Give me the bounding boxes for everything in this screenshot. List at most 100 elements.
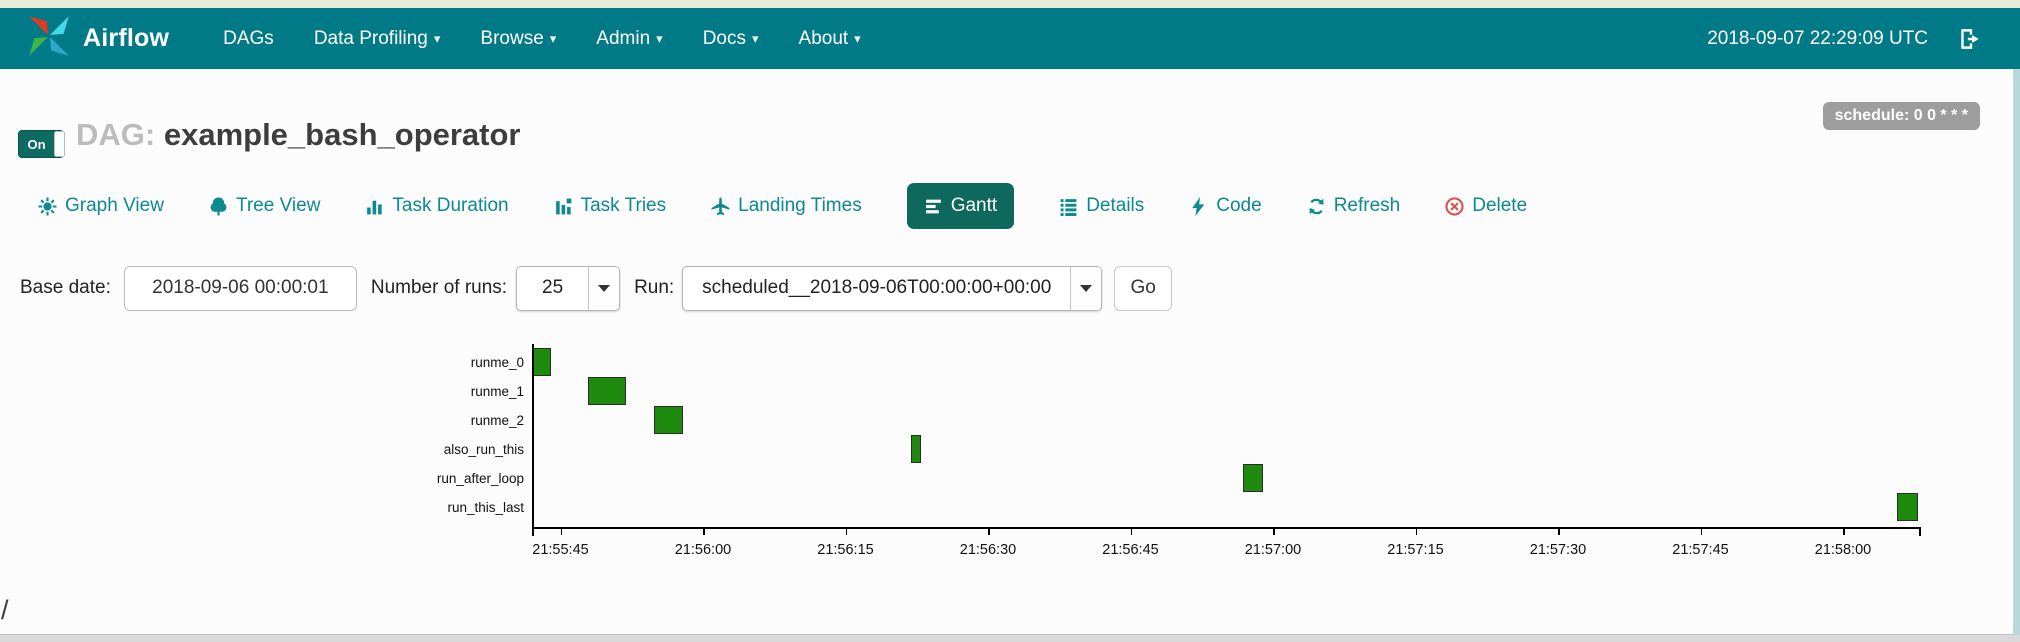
x-axis-tick-label: 21:56:15	[817, 542, 874, 558]
y-axis-line	[532, 344, 534, 527]
top-strip	[0, 0, 2020, 8]
x-axis-end-tick-0	[532, 527, 534, 536]
navbar-brand[interactable]: Airflow	[26, 13, 169, 64]
caret-down-icon: ▾	[433, 30, 441, 46]
tab-refresh[interactable]: Refresh	[1307, 195, 1400, 217]
logout-icon[interactable]	[1958, 27, 1982, 51]
caret-down-icon: ▾	[854, 30, 861, 46]
caret-down-icon: ▾	[549, 30, 557, 46]
run-select[interactable]: scheduled__2018-09-06T00:00:00+00:00	[682, 265, 1103, 311]
nav-item-browse[interactable]: Browse ▾	[460, 28, 576, 50]
caret-down-icon: ▾	[656, 30, 663, 46]
code-icon	[1189, 196, 1208, 216]
toggle-on-label: On	[27, 136, 46, 152]
x-axis-tick-label: 21:55:45	[532, 542, 589, 558]
task-tries-icon	[554, 197, 573, 216]
gantt-filter-form: Base date: Number of runs: 25 Run: sched…	[20, 264, 1173, 312]
gantt-bar-runme_0[interactable]	[532, 348, 551, 376]
go-button[interactable]: Go	[1114, 265, 1173, 311]
x-axis-tick-label: 21:56:45	[1102, 542, 1159, 558]
nav-item-data-profiling[interactable]: Data Profiling ▾	[294, 28, 461, 50]
tab-code[interactable]: Code	[1189, 195, 1262, 217]
task-label-also_run_this: also_run_this	[443, 442, 524, 457]
x-axis-tick-label: 21:57:00	[1244, 542, 1302, 558]
footer-path-text: /	[1, 595, 9, 625]
tab-task-duration[interactable]: Task Duration	[365, 195, 509, 217]
navbar-right: 2018-09-07 22:29:09 UTC	[1707, 27, 1994, 51]
tree-view-icon	[209, 197, 228, 216]
dag-title-prefix: DAG:	[76, 117, 156, 152]
base-date-label: Base date:	[20, 277, 111, 298]
task-label-runme_0: runme_0	[470, 355, 524, 370]
bottom-strip	[0, 634, 2020, 642]
details-icon	[1059, 197, 1078, 216]
page-title: DAG: example_bash_operator	[76, 117, 521, 153]
x-axis-tick	[988, 527, 990, 535]
tab-gantt[interactable]: Gantt	[906, 183, 1015, 229]
x-axis-tick	[703, 527, 705, 535]
nav-item-admin[interactable]: Admin ▾	[576, 28, 682, 50]
right-edge-strip	[2013, 69, 2020, 635]
tab-details[interactable]: Details	[1059, 195, 1144, 217]
gantt-bar-runme_2[interactable]	[653, 406, 684, 434]
gantt-icon	[924, 197, 943, 216]
tab-task-tries[interactable]: Task Tries	[554, 195, 666, 217]
caret-down-icon: ▾	[751, 30, 759, 46]
utc-clock: 2018-09-07 22:29:09 UTC	[1707, 27, 1928, 49]
x-axis-tick-label: 21:56:30	[959, 542, 1017, 558]
tab-tree-view[interactable]: Tree View	[209, 195, 320, 217]
x-axis-tick	[1843, 527, 1845, 535]
num-runs-label: Number of runs:	[370, 277, 508, 298]
base-date-input[interactable]	[123, 265, 357, 311]
x-axis-tick	[560, 527, 562, 535]
tab-graph-view[interactable]: Graph View	[38, 195, 164, 217]
x-axis-end-tick-1	[1919, 527, 1921, 536]
dag-header: On DAG: example_bash_operator schedule: …	[0, 102, 2020, 172]
x-axis-tick	[1273, 527, 1275, 535]
x-axis-tick	[1415, 527, 1417, 535]
task-duration-icon	[365, 197, 384, 216]
run-label: Run:	[634, 277, 675, 298]
x-axis-tick-label: 21:57:15	[1387, 542, 1444, 558]
x-axis-tick	[1700, 527, 1702, 535]
x-axis-tick-label: 21:56:00	[674, 542, 732, 558]
num-runs-value: 25	[542, 277, 564, 298]
x-axis-line	[532, 527, 1919, 529]
navbar: Airflow DAGs Data Profiling ▾ Browse ▾ Adm…	[0, 8, 2020, 69]
gantt-bar-run_this_last[interactable]	[1897, 493, 1919, 521]
nav-item-docs[interactable]: Docs ▾	[683, 28, 779, 50]
refresh-icon	[1307, 197, 1326, 216]
graph-view-icon	[38, 197, 57, 216]
dropdown-caret-icon	[588, 266, 620, 310]
dag-id: example_bash_operator	[163, 117, 521, 152]
view-tabs: Graph View Tree View Task Duration Task …	[38, 180, 1527, 232]
x-axis-tick-label: 21:58:00	[1814, 542, 1872, 558]
dropdown-caret-icon	[1070, 266, 1102, 310]
x-axis-tick-label: 21:57:45	[1672, 542, 1729, 558]
tab-landing-times[interactable]: Landing Times	[711, 195, 862, 217]
tab-delete[interactable]: Delete	[1445, 195, 1527, 217]
x-axis-tick	[1558, 527, 1560, 535]
navbar-menu: DAGs Data Profiling ▾ Browse ▾ Admin ▾ Docs…	[203, 28, 881, 50]
task-label-runme_2: runme_2	[470, 413, 524, 428]
nav-item-about[interactable]: About ▾	[779, 28, 881, 50]
gantt-bar-runme_1[interactable]	[588, 377, 627, 405]
x-axis-tick	[1130, 527, 1132, 535]
task-label-runme_1: runme_1	[470, 384, 524, 399]
airflow-pinwheel-logo-icon	[26, 13, 72, 64]
toggle-knob	[54, 131, 65, 157]
airflow-gantt-page: Airflow DAGs Data Profiling ▾ Browse ▾ Adm…	[0, 0, 2020, 642]
gantt-chart: runme_0 runme_1 runme_2 also_run_this run_af…	[0, 340, 2020, 580]
nav-item-dags[interactable]: DAGs	[203, 28, 294, 50]
landing-times-icon	[711, 197, 730, 216]
delete-icon	[1445, 196, 1464, 216]
brand-name: Airflow	[83, 24, 170, 52]
gantt-bar-also_run_this[interactable]	[911, 435, 922, 463]
gantt-bar-run_after_loop[interactable]	[1242, 464, 1263, 492]
x-axis-tick-label: 21:57:30	[1529, 542, 1587, 558]
num-runs-select[interactable]: 25	[516, 265, 621, 311]
schedule-badge: schedule: 0 0 * * *	[1822, 102, 1980, 130]
dag-on-off-toggle[interactable]: On	[18, 130, 65, 158]
task-label-run_this_last: run_this_last	[447, 500, 524, 515]
x-axis-tick	[845, 527, 847, 535]
